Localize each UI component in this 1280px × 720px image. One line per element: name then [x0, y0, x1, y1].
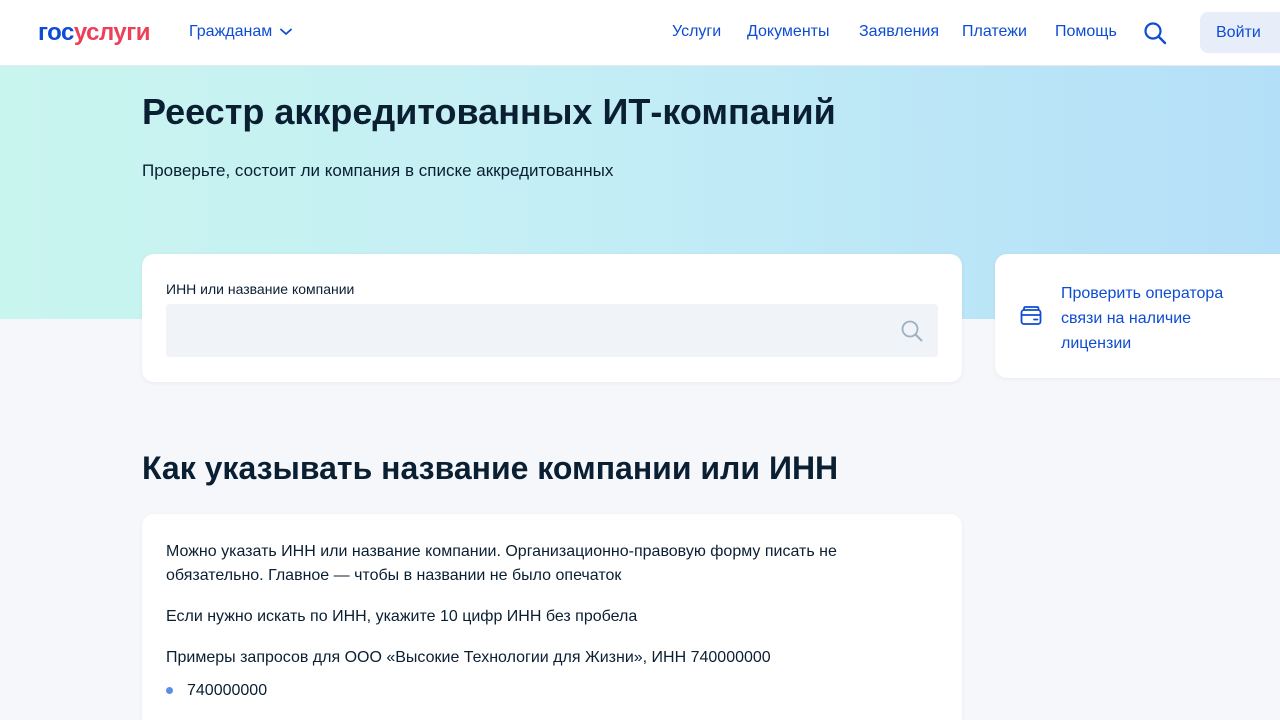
check-operator-link-card[interactable]: Проверить оператора связи на наличие лиц… — [995, 254, 1280, 378]
how-to-paragraph-1-line-2: обязательно. Главное — чтобы в названии … — [166, 567, 622, 584]
top-header: госуслуги Гражданам Услуги Документы Зая… — [0, 0, 1280, 66]
page-title: Реестр аккредитованных ИТ-компаний — [142, 91, 836, 132]
nav-payments[interactable]: Платежи — [962, 22, 1027, 42]
nav-help[interactable]: Помощь — [1055, 22, 1117, 42]
how-to-paragraph-1-line-1: Можно указать ИНН или название компании.… — [166, 543, 837, 560]
search-input[interactable] — [166, 304, 938, 357]
search-label: ИНН или название компании — [166, 281, 355, 297]
nav-documents[interactable]: Документы — [747, 22, 829, 42]
check-operator-link[interactable]: Проверить оператора связи на наличие лиц… — [1061, 281, 1261, 356]
example-item: 740000000 — [187, 682, 268, 699]
how-to-card: Можно указать ИНН или название компании.… — [142, 514, 962, 720]
how-to-heading: Как указывать название компании или ИНН — [142, 450, 839, 486]
search-icon[interactable] — [900, 319, 924, 343]
logo-uslugi-part: услуги — [73, 19, 151, 46]
login-button[interactable]: Войти — [1200, 12, 1280, 53]
nav-services[interactable]: Услуги — [672, 22, 721, 42]
audience-dropdown[interactable]: Гражданам — [189, 22, 293, 42]
gosuslugi-logo[interactable]: госуслуги — [38, 19, 151, 47]
page-subtitle: Проверьте, состоит ли компания в списке … — [142, 161, 614, 180]
bullet-dot — [166, 687, 173, 694]
chevron-down-icon — [280, 28, 293, 35]
search-icon[interactable] — [1143, 21, 1167, 45]
audience-label: Гражданам — [189, 23, 273, 40]
nav-applications[interactable]: Заявления — [859, 22, 939, 42]
how-to-paragraph-3: Примеры запросов для ООО «Высокие Технол… — [166, 649, 771, 666]
how-to-paragraph-2: Если нужно искать по ИНН, укажите 10 циф… — [166, 608, 638, 625]
wallet-icon — [1020, 306, 1042, 325]
search-card: ИНН или название компании — [142, 254, 962, 382]
search-field[interactable] — [166, 304, 938, 357]
logo-gos-part: гос — [38, 19, 74, 46]
